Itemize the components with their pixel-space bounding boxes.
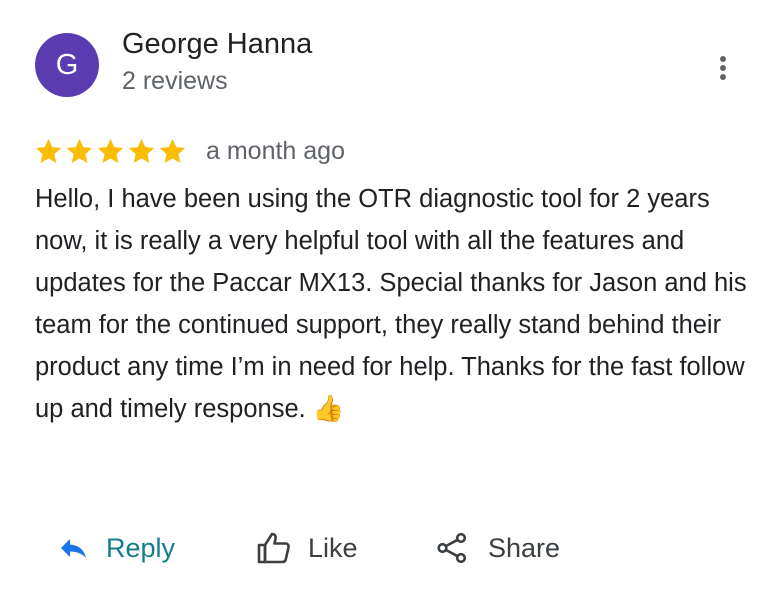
star-icon — [97, 138, 124, 163]
reply-button[interactable]: Reply — [58, 522, 175, 574]
more-options-button[interactable] — [708, 53, 738, 83]
reply-label: Reply — [106, 532, 176, 563]
rating-row: a month ago — [33, 131, 345, 171]
review-card: G George Hanna 2 reviews a month ago Hel… — [0, 0, 776, 594]
like-button[interactable]: Like — [256, 522, 358, 574]
avatar-initial: G — [55, 48, 79, 81]
review-text: Hello, I have been using the OTR diagnos… — [35, 185, 747, 423]
star-rating — [33, 136, 188, 167]
reply-arrow-icon — [58, 536, 90, 560]
share-button[interactable]: Share — [436, 522, 560, 574]
star-icon — [66, 138, 93, 163]
share-label: Share — [488, 532, 561, 563]
like-label: Like — [308, 532, 358, 563]
more-vertical-icon — [720, 56, 726, 80]
thumbs-up-icon — [256, 531, 292, 565]
star-icon — [128, 138, 155, 163]
star-icon — [35, 138, 62, 163]
review-time: a month ago — [206, 136, 345, 165]
reviewer-review-count: 2 reviews — [122, 67, 228, 95]
reviewer-name[interactable]: George Hanna — [122, 28, 312, 61]
star-icon — [159, 138, 186, 163]
review-actions: Reply Like Share — [0, 522, 776, 574]
avatar[interactable]: G — [35, 33, 99, 97]
share-icon — [436, 532, 468, 564]
